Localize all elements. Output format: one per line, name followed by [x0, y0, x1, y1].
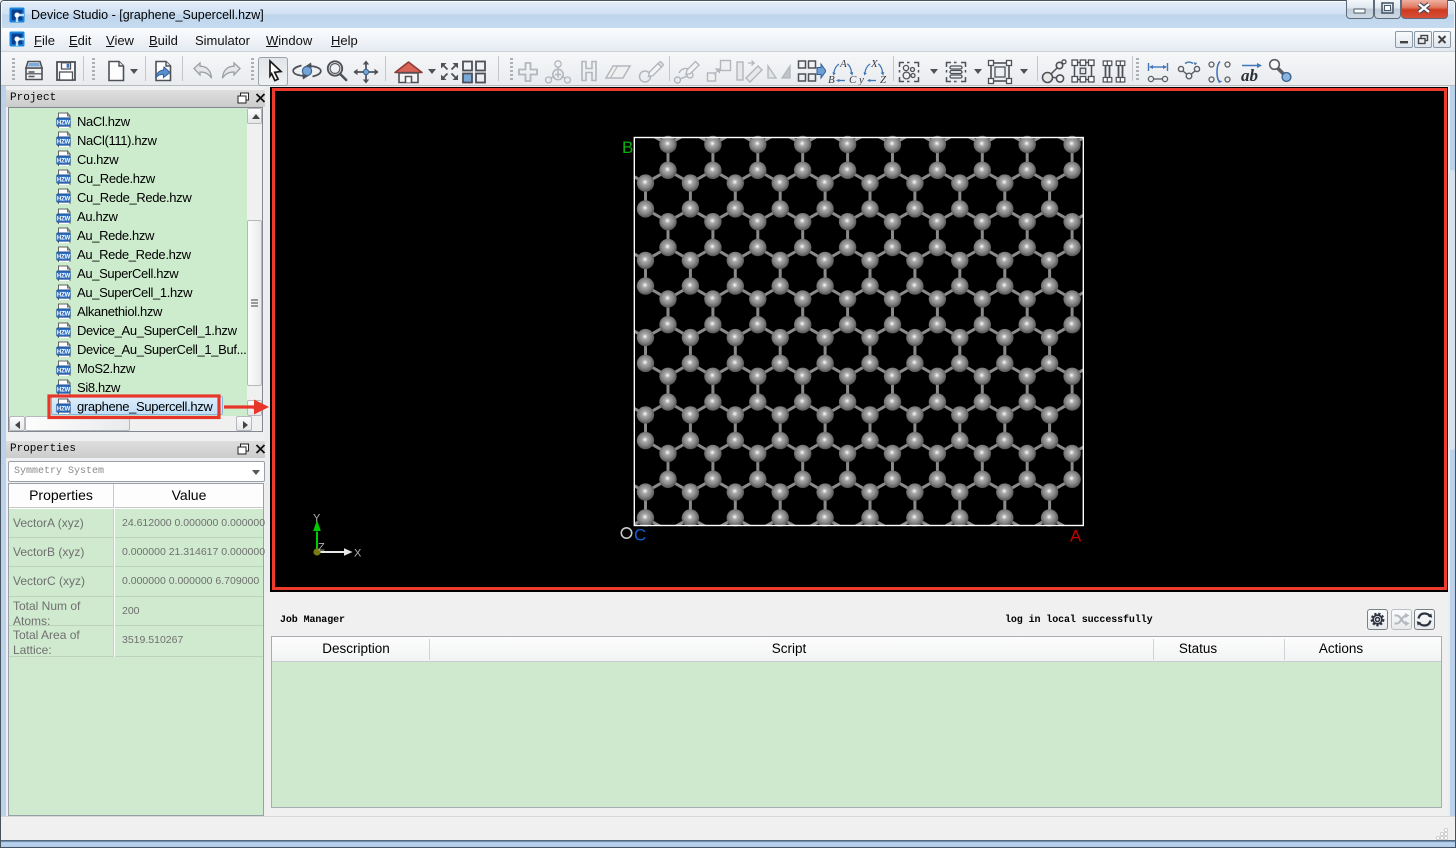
svg-text:HZW: HZW: [57, 349, 71, 355]
svg-text:HZW: HZW: [57, 197, 71, 203]
svg-text:HZW: HZW: [57, 406, 71, 412]
svg-text:HZW: HZW: [57, 311, 71, 317]
svg-text:HZW: HZW: [57, 387, 71, 393]
svg-text:A: A: [839, 58, 847, 70]
svg-text:X: X: [870, 58, 879, 70]
svg-text:ab: ab: [1241, 66, 1258, 85]
svg-text:HZW: HZW: [57, 368, 71, 374]
svg-text:HZW: HZW: [57, 330, 71, 336]
svg-text:HZW: HZW: [57, 159, 71, 165]
svg-text:HZW: HZW: [57, 292, 71, 298]
svg-text:HZW: HZW: [57, 235, 71, 241]
svg-text:C: C: [849, 74, 857, 85]
svg-text:HZW: HZW: [57, 273, 71, 279]
svg-text:HZW: HZW: [57, 139, 71, 145]
svg-text:y: y: [858, 74, 864, 85]
svg-text:HZW: HZW: [57, 216, 71, 222]
svg-text:HZW: HZW: [57, 254, 71, 260]
svg-text:HZW: HZW: [57, 178, 71, 184]
svg-text:HZW: HZW: [57, 120, 71, 126]
svg-text:B: B: [828, 74, 835, 85]
svg-text:Z: Z: [880, 74, 887, 85]
